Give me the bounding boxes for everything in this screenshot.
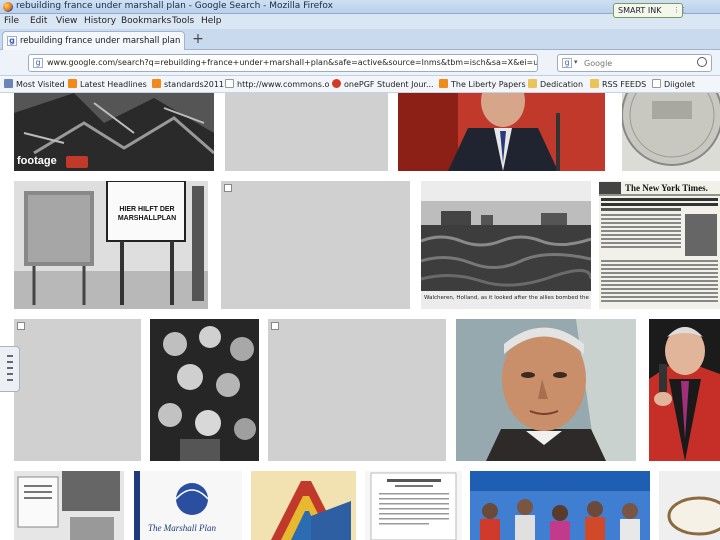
grip-icon[interactable]: ⋮⋮: [673, 6, 687, 15]
document-collage: [14, 471, 124, 540]
search-box[interactable]: g ▾: [557, 54, 712, 72]
folder-icon: [590, 79, 599, 88]
bread-photo: [659, 471, 720, 540]
image-result-placeholder[interactable]: [221, 181, 410, 309]
image-result-flood[interactable]: Walcheren, Holland, as it looked after t…: [421, 181, 591, 309]
rss-icon: [439, 79, 448, 88]
menu-file[interactable]: File: [4, 16, 19, 26]
image-result-placeholder[interactable]: [225, 93, 388, 171]
tab-strip: g rebuilding france under marshall plan …: [0, 29, 720, 50]
bookmark-latest-headlines[interactable]: Latest Headlines: [68, 79, 147, 91]
image-result-portrait-painting[interactable]: [456, 319, 636, 461]
menu-help[interactable]: Help: [201, 16, 222, 26]
image-result-document[interactable]: [365, 471, 462, 540]
handle-line-icon: [7, 355, 13, 357]
google-favicon-icon: g: [7, 36, 17, 46]
document-page: [370, 472, 457, 540]
image-result-crowd[interactable]: [470, 471, 650, 540]
ship-poster: [251, 471, 356, 540]
image-results-grid: footage HIER HILFT DER MARSHALLPLAN Walc…: [0, 93, 720, 540]
coin-photo: [622, 93, 720, 166]
bookmarks-toolbar: Most Visited Latest Headlines standards2…: [0, 76, 720, 93]
page-icon: [225, 79, 234, 88]
portrait-painting: [456, 319, 636, 461]
image-result-ruins[interactable]: footage: [14, 93, 214, 171]
image-result-document-collage[interactable]: [14, 471, 124, 540]
rss-icon: [152, 79, 161, 88]
smart-ink-toolbar[interactable]: SMART INK ⋮⋮: [613, 3, 687, 18]
search-icon[interactable]: [697, 57, 707, 67]
window-title: rebuilding france under marshall plan - …: [16, 1, 333, 11]
watermark-badge-icon: [66, 156, 88, 168]
poster-title: The Marshall Plan: [148, 523, 217, 533]
image-result-children[interactable]: [150, 319, 259, 461]
footage-watermark: footage: [17, 155, 57, 167]
bookmark-dedication[interactable]: Dedication: [528, 79, 583, 91]
broken-image-icon: [224, 184, 232, 192]
firefox-icon: [3, 2, 13, 12]
handle-line-icon: [7, 361, 13, 363]
tab-label: rebuilding france under marshall plan - …: [20, 36, 180, 46]
window-title-bar: rebuilding france under marshall plan - …: [0, 0, 720, 14]
star-icon: [4, 79, 13, 88]
image-result-ship-poster[interactable]: [251, 471, 356, 540]
broken-image-icon: [17, 322, 25, 330]
bookmark-onepgf[interactable]: onePGF Student Jour...: [332, 79, 434, 91]
crowd-photo: [470, 471, 650, 540]
bookmark-diigolet[interactable]: Diigolet: [652, 79, 695, 91]
bookmark-rss-feeds[interactable]: RSS FEEDS: [590, 79, 646, 91]
search-input[interactable]: [584, 57, 694, 69]
page-icon: [652, 79, 661, 88]
folder-icon: [528, 79, 537, 88]
bookmark-standards2011[interactable]: standards2011: [152, 79, 224, 91]
chevron-down-icon[interactable]: ▾: [574, 58, 578, 66]
smart-ink-label: SMART INK: [618, 6, 662, 15]
menu-bookmarks[interactable]: Bookmarks: [121, 16, 171, 26]
speaker-photo: [649, 319, 720, 461]
url-text[interactable]: www.google.com/search?q=rebuilding+franc…: [47, 58, 537, 67]
tomato-icon: [332, 79, 341, 88]
handle-line-icon: [7, 367, 13, 369]
image-result-coin[interactable]: [622, 93, 720, 171]
tab-google-search[interactable]: g rebuilding france under marshall plan …: [2, 31, 185, 50]
menu-tools[interactable]: Tools: [172, 16, 194, 26]
sign-text: HIER HILFT DER MARSHALLPLAN: [117, 206, 177, 222]
politician-photo: [398, 93, 605, 171]
menu-edit[interactable]: Edit: [30, 16, 47, 26]
image-result-placeholder[interactable]: [14, 319, 141, 461]
menu-history[interactable]: History: [84, 16, 116, 26]
menu-view[interactable]: View: [56, 16, 77, 26]
site-identity-icon[interactable]: g: [33, 58, 43, 68]
image-result-bread[interactable]: [659, 471, 720, 540]
image-result-placeholder[interactable]: [268, 319, 446, 461]
children-photo: [150, 319, 259, 461]
flood-photo: [421, 181, 591, 309]
navigation-bar: g www.google.com/search?q=rebuilding+fra…: [0, 50, 720, 76]
broken-image-icon: [271, 322, 279, 330]
google-engine-icon[interactable]: g: [562, 58, 572, 68]
image-result-newspaper[interactable]: The New York Times.: [599, 181, 720, 309]
image-result-marshall-sign[interactable]: HIER HILFT DER MARSHALLPLAN: [14, 181, 208, 309]
side-toolbar-handle[interactable]: [0, 346, 20, 392]
handle-line-icon: [7, 373, 13, 375]
rss-icon: [68, 79, 77, 88]
image-result-speaker[interactable]: [649, 319, 720, 461]
bookmark-most-visited[interactable]: Most Visited: [4, 79, 65, 91]
newspaper-columns: [599, 182, 720, 302]
marshall-sign-photo: [14, 181, 208, 309]
new-tab-button[interactable]: +: [189, 32, 207, 48]
image-result-politician[interactable]: [398, 93, 605, 171]
menu-bar: File Edit View History Bookmarks Tools H…: [0, 14, 720, 29]
handle-line-icon: [7, 379, 13, 381]
image-result-marshall-poster[interactable]: The Marshall Plan: [134, 471, 242, 540]
bookmark-liberty-papers[interactable]: The Liberty Papers: [439, 79, 526, 91]
flood-caption: Walcheren, Holland, as it looked after t…: [424, 295, 589, 301]
url-bar[interactable]: g www.google.com/search?q=rebuilding+fra…: [28, 54, 538, 72]
bookmark-commons[interactable]: http://www.commons.o: [225, 79, 329, 91]
